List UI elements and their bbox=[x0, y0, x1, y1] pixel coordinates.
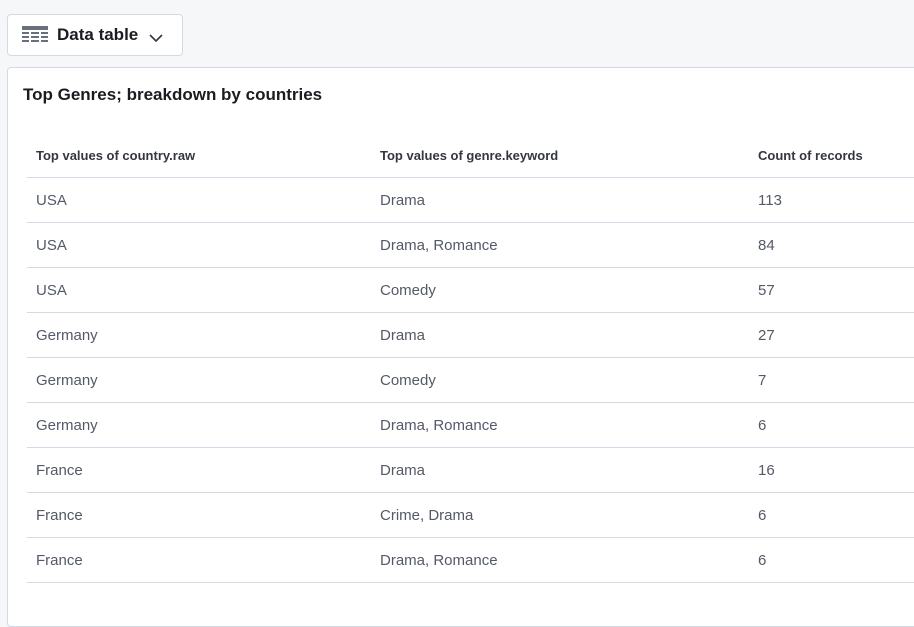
genre-cell: Drama bbox=[380, 191, 426, 209]
genre-cell: Drama, Romance bbox=[380, 551, 498, 569]
country-cell: USA bbox=[36, 191, 67, 209]
count-cell: 57 bbox=[758, 281, 775, 299]
count-cell: 113 bbox=[758, 191, 782, 209]
count-cell: 27 bbox=[758, 326, 775, 344]
chevron-down-icon bbox=[148, 30, 164, 43]
column-header-count[interactable]: Count of records bbox=[749, 148, 914, 163]
table-row: Germany Drama 27 bbox=[27, 313, 914, 358]
table-row: Germany Comedy 7 bbox=[27, 358, 914, 403]
column-header-country[interactable]: Top values of country.raw bbox=[27, 148, 371, 163]
data-table: Top values of country.raw Top values of … bbox=[27, 134, 914, 583]
country-cell: USA bbox=[36, 236, 67, 254]
country-cell: Germany bbox=[36, 326, 98, 344]
genre-cell: Comedy bbox=[380, 371, 436, 389]
table-row: France Drama, Romance 6 bbox=[27, 538, 914, 583]
genre-cell: Drama, Romance bbox=[380, 416, 498, 434]
country-cell: France bbox=[36, 506, 83, 524]
table-row: USA Drama, Romance 84 bbox=[27, 223, 914, 268]
visualization-panel: Top Genres; breakdown by countries Top v… bbox=[7, 67, 914, 627]
genre-cell: Crime, Drama bbox=[380, 506, 474, 524]
count-cell: 84 bbox=[758, 236, 775, 254]
country-cell: France bbox=[36, 461, 83, 479]
genre-cell: Drama bbox=[380, 326, 426, 344]
visualization-type-label: Data table bbox=[57, 25, 139, 44]
country-cell: Germany bbox=[36, 371, 98, 389]
panel-title: Top Genres; breakdown by countries bbox=[23, 85, 323, 104]
country-cell: France bbox=[36, 551, 83, 569]
genre-cell: Drama, Romance bbox=[380, 236, 498, 254]
table-icon bbox=[21, 25, 49, 45]
genre-cell: Comedy bbox=[380, 281, 436, 299]
table-row: France Drama 16 bbox=[27, 448, 914, 493]
count-cell: 6 bbox=[758, 551, 767, 569]
count-cell: 6 bbox=[758, 506, 767, 524]
table-row: Germany Drama, Romance 6 bbox=[27, 403, 914, 448]
table-row: France Crime, Drama 6 bbox=[27, 493, 914, 538]
table-row: USA Comedy 57 bbox=[27, 268, 914, 313]
genre-cell: Drama bbox=[380, 461, 426, 479]
visualization-type-picker[interactable]: Data table bbox=[7, 14, 183, 56]
table-row: USA Drama 113 bbox=[27, 178, 914, 223]
count-cell: 16 bbox=[758, 461, 775, 479]
column-header-genre[interactable]: Top values of genre.keyword bbox=[371, 148, 749, 163]
count-cell: 6 bbox=[758, 416, 767, 434]
country-cell: Germany bbox=[36, 416, 98, 434]
count-cell: 7 bbox=[758, 371, 767, 389]
country-cell: USA bbox=[36, 281, 67, 299]
table-header-row: Top values of country.raw Top values of … bbox=[27, 134, 914, 178]
